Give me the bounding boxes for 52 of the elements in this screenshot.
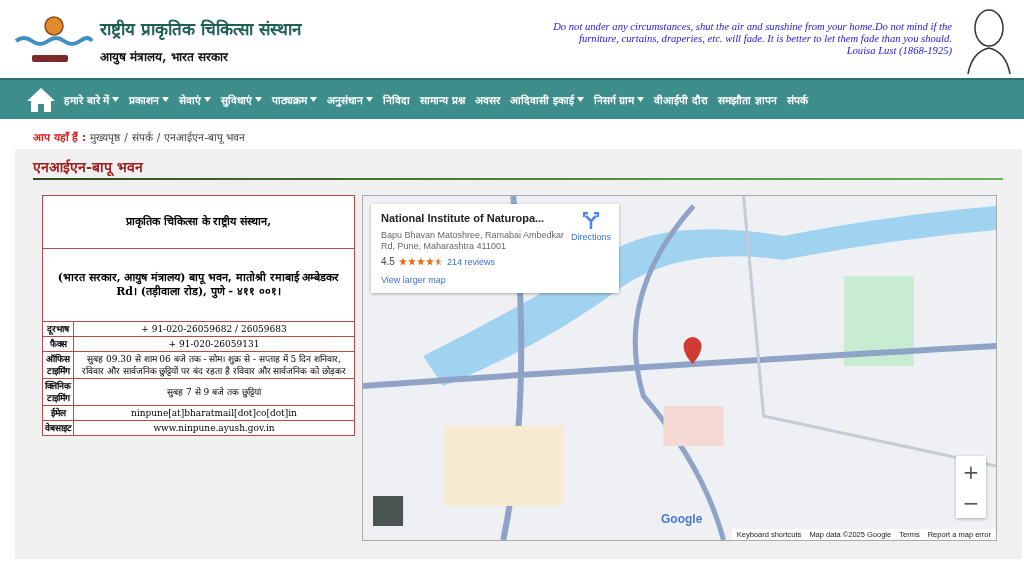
home-icon[interactable] bbox=[26, 86, 56, 113]
nav-item[interactable]: प्रकाशन bbox=[129, 92, 170, 107]
reviews-link[interactable]: 214 reviews bbox=[446, 256, 495, 267]
directions-button[interactable]: Directions bbox=[571, 212, 611, 252]
breadcrumb-separator: / bbox=[124, 131, 128, 143]
table-label: वेबसाइट bbox=[42, 420, 74, 436]
place-address: Bapu Bhavan Matoshree, Ramabai Ambedkar Rd, Pune, Maharashtra 411001 bbox=[381, 230, 565, 252]
table-cell: + 91-020-26059131 bbox=[73, 336, 355, 352]
zoom-in-button[interactable]: + bbox=[956, 456, 986, 487]
logo-icon[interactable] bbox=[14, 15, 94, 49]
table-cell: सुबह 7 से 9 बजे तक छुट्टियां bbox=[73, 378, 355, 406]
table-label: ईमेल bbox=[42, 405, 74, 421]
breadcrumb-link[interactable]: संपर्क bbox=[131, 130, 153, 144]
nav-item[interactable]: सेवाएं bbox=[179, 92, 212, 107]
breadcrumb-separator: / bbox=[156, 131, 161, 143]
page-title: एनआईएन-बापू भवन bbox=[33, 158, 145, 176]
breadcrumb-current: एनआईएन-बापू भवन bbox=[164, 130, 246, 144]
rating-value: 4.5 bbox=[381, 256, 395, 267]
nav-item[interactable]: निविदा bbox=[383, 92, 411, 107]
nav-item[interactable]: अनुसंधान bbox=[327, 92, 374, 107]
place-name: National Institute of Naturopa... bbox=[381, 212, 546, 224]
table-label: दूरभाष bbox=[42, 321, 74, 337]
table-heading: प्राकृतिक चिकित्सा के राष्ट्रीय संस्थान, bbox=[42, 195, 355, 249]
nav-item[interactable]: सुविधाएं bbox=[221, 92, 263, 107]
larger-map-link[interactable]: View larger map bbox=[381, 275, 565, 285]
breadcrumb-label: आप यहाँ हैं : bbox=[33, 130, 87, 144]
nav-item[interactable]: पाठ्यक्रम bbox=[272, 92, 318, 107]
logo-caption-mark bbox=[32, 55, 68, 62]
table-label: क्लिनिक टाइमिंग bbox=[42, 378, 74, 406]
table-cell: + 91-020-26059682 / 26059683 bbox=[73, 321, 355, 337]
zoom-out-button[interactable]: − bbox=[956, 487, 986, 518]
table-cell: सुबह 09.30 से शाम 06 बजे तक - सोम। शुक्र से - सप्ताह में 5 दिन शनिवार, रविवार और सार्वजनिक छुट्टियों पर बंद रहता है रविवार और सार्वजनिक को छोड़कर bbox=[73, 351, 355, 379]
site-title[interactable]: राष्ट्रीय प्राकृतिक चिकित्सा संस्थान bbox=[100, 17, 301, 40]
nav-item[interactable]: वीआईपी दौरा bbox=[654, 92, 708, 107]
table-cell: www.ninpune.ayush.gov.in bbox=[73, 420, 355, 436]
quote-author: Louisa Lust (1868-1925) bbox=[845, 45, 952, 57]
table-label: ऑफिस टाइमिंग bbox=[42, 351, 74, 379]
nav-item[interactable]: सामान्य प्रश्न bbox=[420, 92, 465, 107]
table-label: फैक्स bbox=[42, 336, 74, 352]
nav-item[interactable]: समझौता ज्ञापन bbox=[717, 92, 777, 107]
nav-item[interactable]: संपर्क bbox=[786, 92, 808, 107]
nav-item[interactable]: आदिवासी इकाई bbox=[509, 92, 584, 107]
quote-text: Do not under any circumstances, shut the air and sunshine from your home.Do not mind if the furniture, curtains, draperies, etc. will fade. It is better to let them fade than you should. bbox=[552, 21, 952, 45]
nav-item[interactable]: हमारे बारे में bbox=[64, 92, 120, 107]
nav-item[interactable]: निसर्ग ग्राम bbox=[593, 92, 645, 107]
table-cell: ninpune[at]bharatmail[dot]co[dot]in bbox=[73, 405, 355, 421]
address-cell: (भारत सरकार, आयुष मंत्रालय) बापू भवन, मातोश्री रमाबाई अम्बेडकर Rd। (तड़ीवाला रोड), पुणे - ४११ ००१। bbox=[42, 248, 355, 322]
breadcrumb-link[interactable]: मुख्यपृष्ठ bbox=[90, 130, 121, 144]
nav-item[interactable]: अवसर bbox=[474, 92, 500, 107]
map-logo: Google bbox=[661, 512, 703, 526]
site-subtitle: आयुष मंत्रालय, भारत सरकार bbox=[100, 49, 230, 65]
directions-icon bbox=[583, 212, 599, 230]
